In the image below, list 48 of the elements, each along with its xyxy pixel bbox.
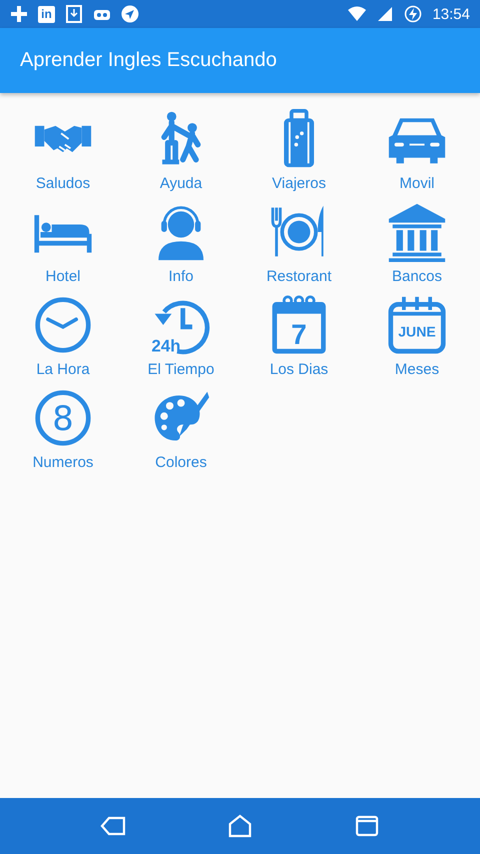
category-label: Los Dias xyxy=(270,361,328,378)
clock-time: 13:54 xyxy=(432,6,470,22)
category-tile[interactable]: 7 Los Dias xyxy=(240,295,358,388)
category-label: Restorant xyxy=(266,268,332,285)
category-tile[interactable]: Info xyxy=(122,202,240,295)
app-title: Aprender Ingles Escuchando xyxy=(20,49,277,72)
category-label: Bancos xyxy=(392,268,442,285)
category-tile[interactable]: JUNE Meses xyxy=(358,295,476,388)
icon-text: 24h xyxy=(151,336,181,355)
category-tile[interactable]: Ayuda xyxy=(122,109,240,202)
category-tile[interactable]: Movil xyxy=(358,109,476,202)
home-icon[interactable] xyxy=(226,813,253,839)
clock-icon xyxy=(33,295,93,355)
category-tile[interactable]: Bancos xyxy=(358,202,476,295)
category-label: Movil xyxy=(399,175,434,192)
category-label: Saludos xyxy=(36,175,90,192)
category-label: La Hora xyxy=(36,361,90,378)
category-tile[interactable]: Colores xyxy=(122,388,240,481)
wifi-icon xyxy=(348,5,366,23)
calendar-icon xyxy=(272,295,326,354)
bank-icon xyxy=(387,202,447,262)
category-tile[interactable]: Saludos xyxy=(4,109,122,202)
category-label: El Tiempo xyxy=(148,361,214,378)
icon-text: JUNE xyxy=(398,323,436,340)
icon-text: 7 xyxy=(291,318,307,350)
recents-icon[interactable] xyxy=(354,813,380,839)
plus-icon xyxy=(10,5,28,23)
category-tile[interactable]: Viajeros xyxy=(240,109,358,202)
icon-text: 8 xyxy=(52,399,74,438)
category-label: Viajeros xyxy=(272,175,326,192)
category-tile[interactable]: 8 Numeros xyxy=(4,388,122,481)
send-icon xyxy=(121,5,139,23)
signal-icon xyxy=(376,5,394,23)
category-tile[interactable]: Hotel xyxy=(4,202,122,295)
category-label: Colores xyxy=(155,454,207,471)
number-circle-icon xyxy=(35,390,91,446)
category-label: Meses xyxy=(394,361,440,378)
calendar-icon xyxy=(388,295,446,354)
linkedin-icon: in xyxy=(38,6,55,22)
category-label: Numeros xyxy=(32,454,94,471)
category-label: Hotel xyxy=(45,268,81,285)
category-tile[interactable]: Restorant xyxy=(240,202,358,295)
battery-charging-icon xyxy=(404,5,422,23)
category-tile[interactable]: La Hora xyxy=(4,295,122,388)
category-label: Info xyxy=(168,268,194,285)
category-tile[interactable]: 24h El Tiempo xyxy=(122,295,240,388)
download-icon xyxy=(65,5,83,23)
category-label: Ayuda xyxy=(160,175,202,192)
